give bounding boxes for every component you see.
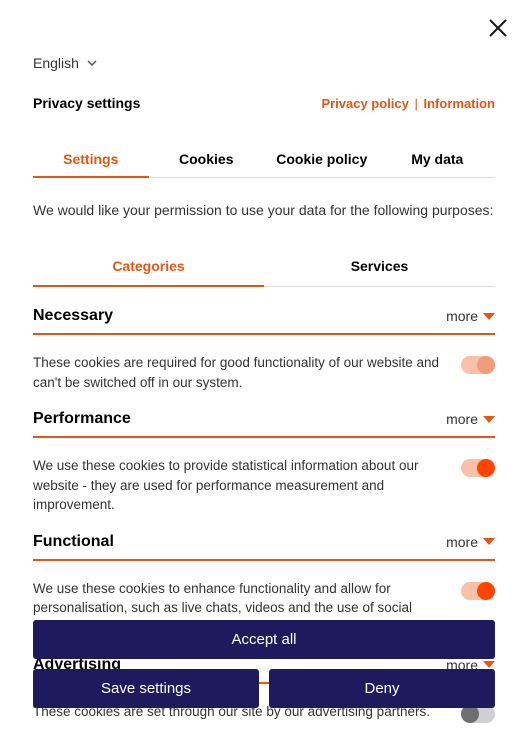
more-link-functional[interactable]: more: [446, 534, 495, 550]
category-header-functional: Functional more: [33, 533, 495, 561]
toggle-knob: [477, 582, 495, 600]
toggle-knob: [477, 459, 495, 477]
toggle-performance[interactable]: [461, 459, 495, 477]
header-links: Privacy policy | Information: [321, 96, 495, 111]
sub-tab-categories[interactable]: Categories: [33, 248, 264, 286]
category-desc-necessary: These cookies are required for good func…: [33, 353, 441, 392]
save-settings-button[interactable]: Save settings: [33, 669, 259, 708]
category-necessary: Necessary more These cookies are require…: [33, 307, 495, 392]
privacy-settings-title: Privacy settings: [33, 95, 140, 111]
toggle-necessary: [461, 356, 495, 374]
header-row: Privacy settings Privacy policy | Inform…: [33, 95, 495, 111]
more-link-necessary[interactable]: more: [446, 308, 495, 324]
accept-all-button[interactable]: Accept all: [33, 620, 495, 659]
language-current: English: [33, 55, 79, 71]
privacy-policy-link[interactable]: Privacy policy: [321, 96, 408, 111]
sub-tabs: Categories Services: [33, 248, 495, 287]
intro-text: We would like your permission to use you…: [33, 202, 495, 218]
category-header-performance: Performance more: [33, 410, 495, 438]
main-tabs: Settings Cookies Cookie policy My data: [33, 141, 495, 178]
button-row: Save settings Deny: [33, 669, 495, 708]
more-link-performance[interactable]: more: [446, 411, 495, 427]
more-text: more: [446, 411, 478, 427]
caret-down-icon: [483, 416, 495, 423]
caret-down-icon: [483, 313, 495, 320]
more-text: more: [446, 308, 478, 324]
information-link[interactable]: Information: [424, 96, 496, 111]
tab-my-data[interactable]: My data: [380, 141, 496, 177]
language-selector[interactable]: English: [33, 55, 495, 71]
sub-tab-services[interactable]: Services: [264, 248, 495, 286]
close-button[interactable]: [488, 18, 508, 43]
category-body-performance: We use these cookies to provide statisti…: [33, 456, 495, 515]
toggle-knob: [477, 356, 495, 374]
toggle-functional[interactable]: [461, 582, 495, 600]
chevron-down-icon: [87, 58, 97, 68]
category-performance: Performance more We use these cookies to…: [33, 410, 495, 515]
category-title-necessary: Necessary: [33, 307, 113, 325]
deny-button[interactable]: Deny: [269, 669, 495, 708]
category-body-necessary: These cookies are required for good func…: [33, 353, 495, 392]
tab-cookie-policy[interactable]: Cookie policy: [264, 141, 380, 177]
more-text: more: [446, 534, 478, 550]
category-header-necessary: Necessary more: [33, 307, 495, 335]
category-title-functional: Functional: [33, 533, 114, 551]
link-divider: |: [411, 96, 422, 111]
button-area: Accept all Save settings Deny: [33, 620, 495, 708]
category-desc-performance: We use these cookies to provide statisti…: [33, 456, 441, 515]
caret-down-icon: [483, 538, 495, 545]
category-title-performance: Performance: [33, 410, 131, 428]
close-icon: [488, 18, 508, 38]
tab-settings[interactable]: Settings: [33, 141, 149, 177]
tab-cookies[interactable]: Cookies: [149, 141, 265, 177]
